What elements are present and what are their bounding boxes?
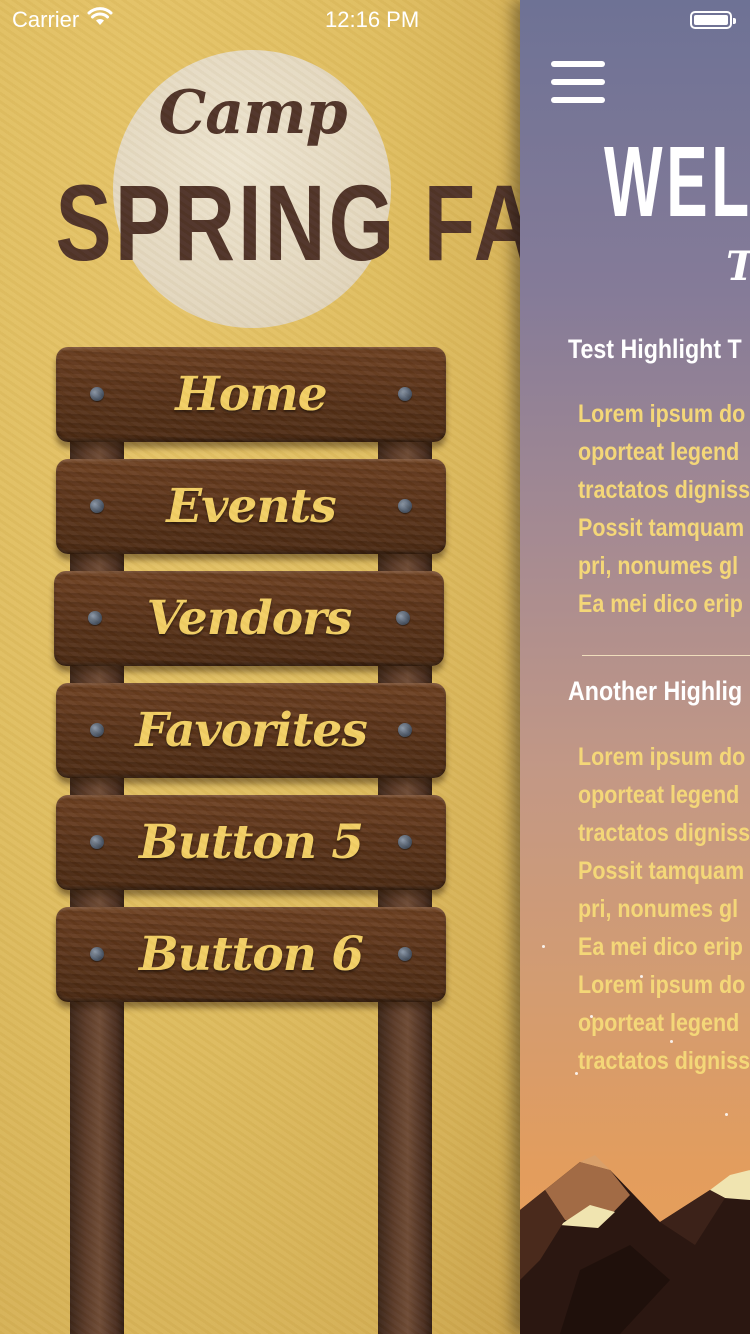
highlight-body: Lorem ipsum do oporteat legend tractatos… <box>578 738 750 1093</box>
nail-icon <box>396 611 410 625</box>
body-line: Ea mei dico erip <box>578 933 743 961</box>
nail-icon <box>88 611 102 625</box>
nail-icon <box>398 387 412 401</box>
menu-item-button-5[interactable]: Button 5 <box>56 795 446 890</box>
nail-icon <box>90 947 104 961</box>
menu-item-favorites[interactable]: Favorites <box>56 683 446 778</box>
body-line: tractatos digniss <box>578 1047 750 1075</box>
body-line: oporteat legend <box>578 781 740 809</box>
body-line: Lorem ipsum do <box>578 971 746 999</box>
body-line: Lorem ipsum do <box>578 743 746 771</box>
nail-icon <box>398 723 412 737</box>
body-line: Ea mei dico erip <box>578 590 743 618</box>
highlight-body: Lorem ipsum do oporteat legend tractatos… <box>578 395 750 623</box>
nail-icon <box>398 499 412 513</box>
welcome-title: WELC <box>604 126 750 238</box>
section-divider <box>582 655 750 656</box>
menu-item-label: Favorites <box>135 703 368 758</box>
main-content[interactable]: WELC T Test Highlight T Lorem ipsum do o… <box>520 0 750 1334</box>
menu-item-label: Home <box>175 367 327 422</box>
carrier-label: Carrier <box>12 7 80 32</box>
hamburger-menu-icon[interactable] <box>551 61 605 103</box>
logo-camp-text: Camp <box>158 78 347 148</box>
menu-item-label: Vendors <box>146 591 353 646</box>
body-line: oporteat legend <box>578 438 740 466</box>
menu-item-label: Button 5 <box>139 815 364 870</box>
nail-icon <box>90 835 104 849</box>
nail-icon <box>398 835 412 849</box>
menu-item-events[interactable]: Events <box>56 459 446 554</box>
body-line: pri, nonumes gl <box>578 552 739 580</box>
nail-icon <box>90 723 104 737</box>
body-line: tractatos digniss <box>578 819 750 847</box>
menu-item-label: Button 6 <box>139 927 364 982</box>
battery-icon <box>690 11 736 29</box>
logo-title-text: SPRING FAIR <box>55 162 520 283</box>
body-line: oporteat legend <box>578 1009 740 1037</box>
menu-item-label: Events <box>166 479 336 534</box>
nail-icon <box>398 947 412 961</box>
body-line: pri, nonumes gl <box>578 895 739 923</box>
welcome-subtitle: T <box>726 243 750 290</box>
menu-item-button-6[interactable]: Button 6 <box>56 907 446 1002</box>
body-line: Possit tamquam <box>578 514 745 542</box>
menu-item-home[interactable]: Home <box>56 347 446 442</box>
nail-icon <box>90 499 104 513</box>
body-line: Possit tamquam <box>578 857 745 885</box>
highlight-title: Another Highlig <box>568 676 743 706</box>
body-line: Lorem ipsum do <box>578 400 746 428</box>
status-time: 12:16 PM <box>325 7 420 32</box>
mountains-illustration <box>520 1155 750 1334</box>
menu-item-vendors[interactable]: Vendors <box>54 571 444 666</box>
nail-icon <box>90 387 104 401</box>
side-menu: Carrier 12:16 PM Camp SPRING FAIR Home E… <box>0 0 520 1334</box>
highlight-title: Test Highlight T <box>568 334 742 364</box>
body-line: tractatos digniss <box>578 476 750 504</box>
wifi-icon <box>87 7 113 33</box>
